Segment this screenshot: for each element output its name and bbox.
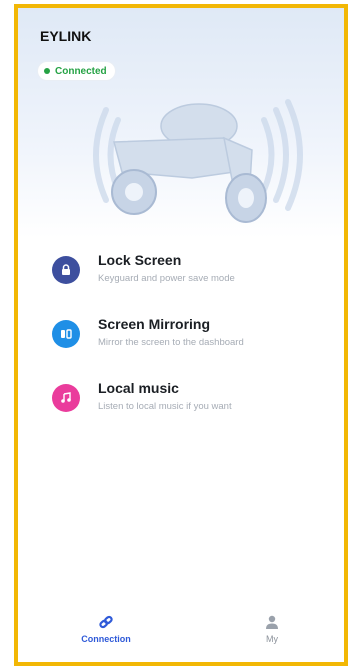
bottom-nav: Connection My: [18, 606, 344, 662]
connection-status-badge: Connected: [38, 62, 115, 80]
mirror-icon: [52, 320, 80, 348]
motorcycle-illustration-icon: [93, 99, 303, 223]
local-music-subtitle: Listen to local music if you want: [98, 401, 232, 412]
lock-screen-item[interactable]: Lock Screen Keyguard and power save mode: [52, 246, 322, 310]
feature-list: Lock Screen Keyguard and power save mode…: [52, 246, 322, 438]
hero-section: EYLINK Connected: [18, 8, 344, 238]
screen-mirroring-item[interactable]: Screen Mirroring Mirror the screen to th…: [52, 310, 322, 374]
link-icon: [99, 615, 113, 629]
screen-mirroring-title: Screen Mirroring: [98, 316, 211, 332]
tab-connection[interactable]: Connection: [66, 614, 146, 644]
tab-my[interactable]: My: [232, 614, 312, 644]
app-title: EYLINK: [40, 28, 92, 44]
local-music-title: Local music: [98, 380, 179, 396]
status-dot-icon: [44, 68, 50, 74]
user-icon: [266, 615, 278, 629]
tab-connection-label: Connection: [81, 634, 131, 644]
app-frame: EYLINK Connected Lock Screen Keyguard an…: [14, 4, 348, 666]
music-note-icon: [52, 384, 80, 412]
tab-my-label: My: [266, 634, 278, 644]
local-music-item[interactable]: Local music Listen to local music if you…: [52, 374, 322, 438]
status-label: Connected: [55, 65, 107, 77]
lock-icon: [52, 256, 80, 284]
lock-screen-title: Lock Screen: [98, 252, 182, 268]
lock-screen-subtitle: Keyguard and power save mode: [98, 273, 235, 284]
screen-mirroring-subtitle: Mirror the screen to the dashboard: [98, 337, 244, 348]
